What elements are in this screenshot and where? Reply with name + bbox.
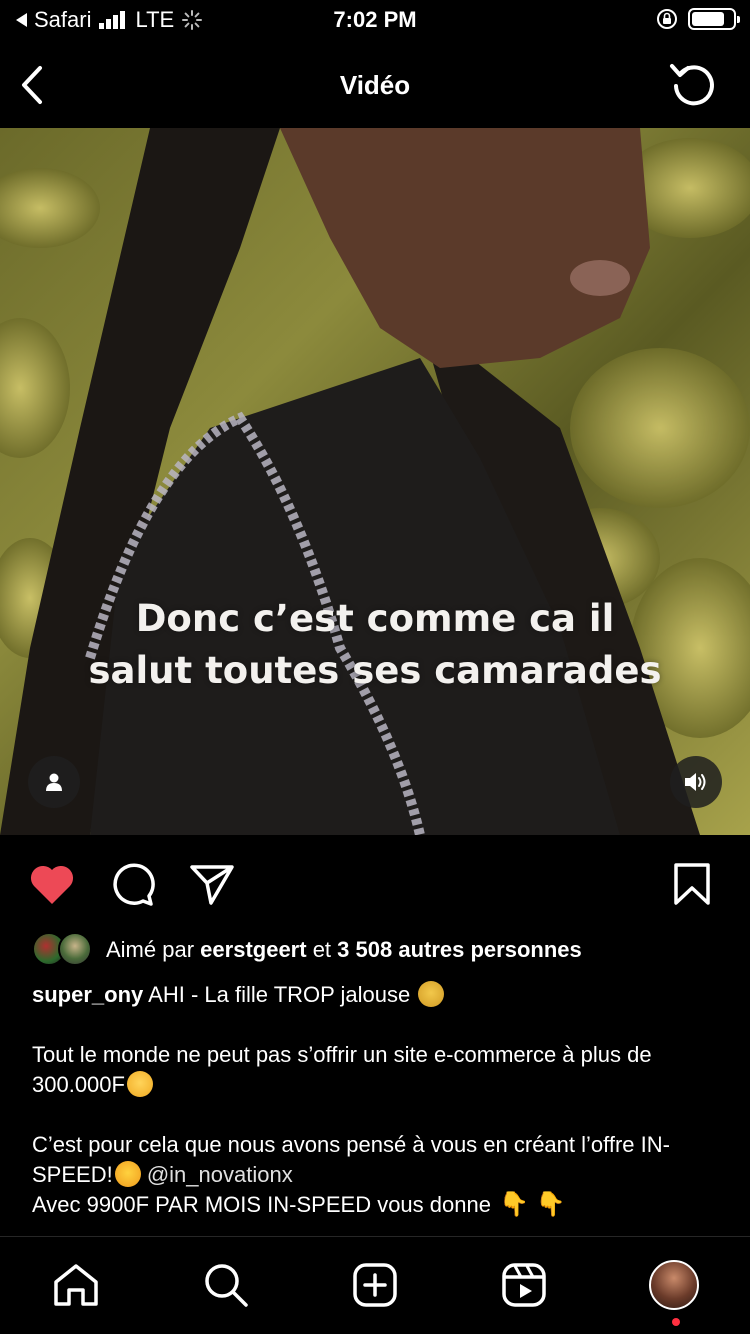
caption-paragraph: C’est pour cela que nous avons pensé à v…	[32, 1130, 722, 1220]
liker-username[interactable]: eerstgeert	[200, 937, 306, 963]
likes-prefix: Aimé par	[106, 937, 195, 962]
caption-text: Avec 9900F PAR MOIS IN-SPEED vous donne	[32, 1192, 491, 1217]
like-button[interactable]	[26, 856, 78, 912]
pouting-cat-emoji-icon	[418, 981, 445, 1007]
battery-icon	[688, 8, 740, 30]
share-button[interactable]	[186, 856, 238, 912]
bookmark-button[interactable]	[666, 856, 718, 912]
new-post-icon	[353, 1263, 397, 1307]
avatar	[58, 932, 92, 966]
caption-text: AHI - La fille TROP jalouse	[148, 982, 411, 1007]
tab-bar	[0, 1236, 750, 1334]
tab-reels[interactable]	[498, 1259, 550, 1311]
tab-new-post[interactable]	[349, 1259, 401, 1311]
status-time: 7:02 PM	[333, 7, 417, 32]
likes-summary[interactable]: Aimé par eerstgeert et 3 508 autres pers…	[32, 932, 732, 968]
tab-search[interactable]	[200, 1259, 252, 1311]
likes-count[interactable]: 3 508 autres personnes	[337, 937, 582, 963]
status-bar-right	[656, 8, 740, 30]
caption-paragraph: Tout le monde ne peut pas s’offrir un si…	[32, 1040, 722, 1100]
sound-toggle-button[interactable]	[670, 756, 722, 808]
video-frame	[0, 128, 750, 835]
caption-text: Tout le monde ne peut pas s’offrir un si…	[32, 1042, 652, 1097]
profile-notification-dot	[672, 1318, 680, 1326]
comment-icon	[113, 863, 155, 906]
comment-button[interactable]	[106, 856, 158, 912]
likes-and: et	[312, 937, 332, 962]
speaker-icon	[685, 773, 706, 791]
subtitle-line: Donc c’est comme ca il	[135, 597, 615, 640]
subtitle-line: salut toutes ses camarades	[88, 649, 662, 692]
tagged-users-button[interactable]	[28, 756, 80, 808]
bookmark-icon	[674, 863, 710, 905]
person-icon	[46, 773, 62, 791]
nav-bar: Vidéo	[0, 44, 750, 128]
home-icon	[54, 1264, 98, 1306]
share-icon	[190, 865, 234, 905]
caption-paragraph: super_ony AHI - La fille TROP jalouse	[32, 980, 722, 1010]
post-action-bar	[0, 856, 750, 916]
author-username[interactable]: super_ony	[32, 982, 143, 1007]
heart-icon	[30, 865, 74, 904]
tab-home[interactable]	[50, 1259, 102, 1311]
mention-link[interactable]: @in_novationx	[147, 1162, 293, 1187]
star-struck-emoji-icon	[114, 1161, 141, 1187]
tab-profile[interactable]	[648, 1259, 700, 1311]
liker-avatars	[32, 932, 98, 968]
status-bar: Safari LTE 7:02 PM	[0, 0, 750, 40]
video-player[interactable]: Donc c’est comme ca il salut toutes ses …	[0, 128, 750, 835]
post-caption: super_ony AHI - La fille TROP jalouse To…	[32, 980, 722, 1220]
pointing-down-emoji-icon: 👇 👇	[499, 1191, 566, 1218]
profile-avatar	[649, 1260, 699, 1310]
search-icon	[205, 1264, 248, 1307]
video-subtitle: Donc c’est comme ca il salut toutes ses …	[0, 593, 750, 697]
orientation-lock-icon	[657, 9, 677, 29]
refresh-icon[interactable]	[668, 58, 720, 110]
page-title: Vidéo	[339, 70, 411, 100]
reels-icon	[502, 1263, 546, 1307]
pleading-face-emoji-icon	[126, 1071, 153, 1097]
